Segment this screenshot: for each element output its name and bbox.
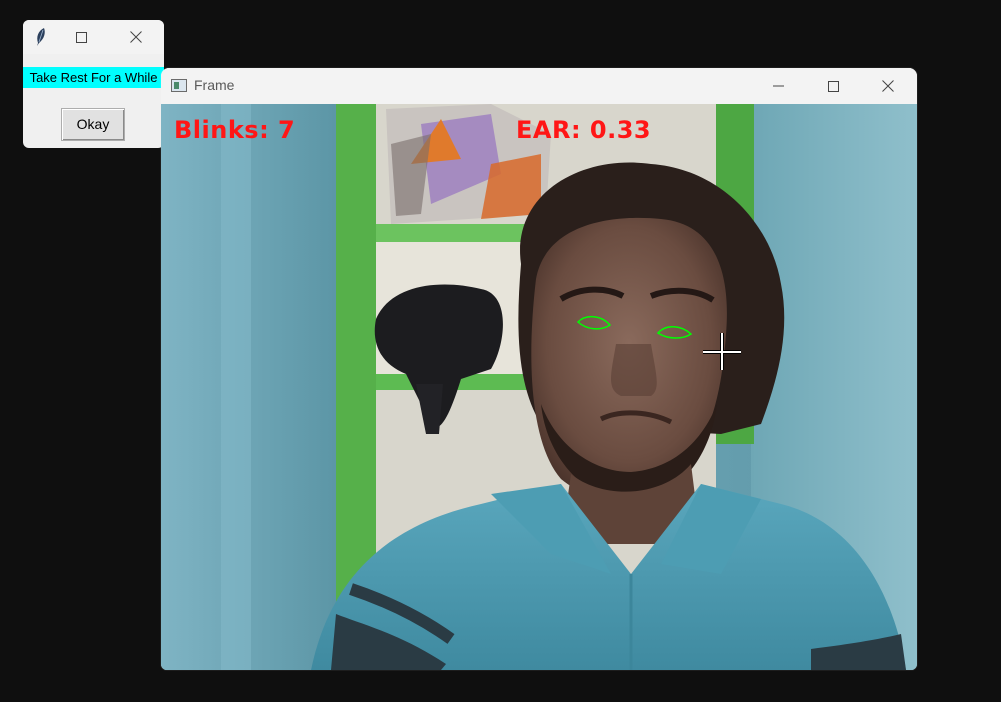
frame-titlebar[interactable]: Frame [161, 68, 917, 104]
webcam-scene [161, 104, 917, 670]
okay-button[interactable]: Okay [61, 108, 125, 141]
close-icon [130, 31, 142, 43]
maximize-button[interactable] [810, 68, 856, 104]
blinks-counter: Blinks: 7 [174, 116, 296, 144]
feather-icon [35, 27, 47, 52]
maximize-icon [827, 80, 839, 92]
maximize-icon [75, 31, 87, 43]
popup-maximize-button[interactable] [58, 20, 104, 54]
close-icon [882, 80, 894, 92]
frame-window: Frame Blinks: 7 EAR: 0.33 [161, 68, 917, 670]
minimize-icon [772, 85, 784, 87]
popup-message: Take Rest For a While [23, 67, 164, 88]
alert-popup-window: Take Rest For a While Okay [23, 20, 164, 148]
webcam-feed: Blinks: 7 EAR: 0.33 [161, 104, 917, 670]
minimize-button[interactable] [755, 68, 801, 104]
window-title: Frame [194, 77, 235, 93]
popup-close-button[interactable] [113, 20, 159, 54]
close-button[interactable] [865, 68, 911, 104]
ear-value: EAR: 0.33 [516, 116, 652, 144]
app-icon [171, 79, 187, 92]
popup-titlebar[interactable] [23, 20, 164, 54]
